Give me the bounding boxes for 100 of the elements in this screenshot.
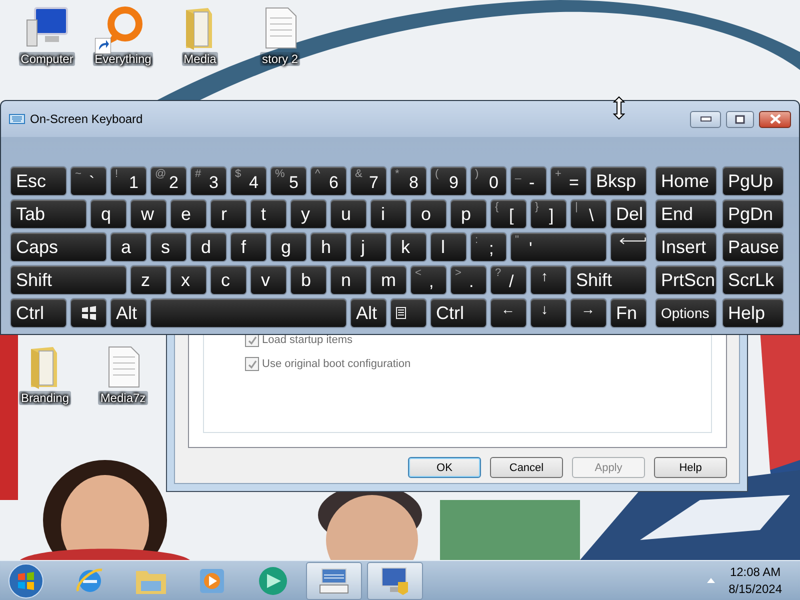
key[interactable]: w <box>130 199 167 229</box>
key[interactable]: h <box>310 232 347 262</box>
key[interactable]: Del <box>610 199 647 229</box>
taskbar-button[interactable] <box>367 562 423 600</box>
key[interactable]: Pause <box>722 232 784 262</box>
key[interactable]: d <box>190 232 227 262</box>
key[interactable]: o <box>410 199 447 229</box>
key[interactable]: * 8 <box>390 166 427 196</box>
key[interactable]: ScrLk <box>722 265 784 295</box>
key[interactable]: Shift <box>570 265 647 295</box>
key[interactable]: g <box>270 232 307 262</box>
key[interactable]: b <box>290 265 327 295</box>
key[interactable]: End <box>655 199 717 229</box>
key[interactable]: Insert <box>655 232 717 262</box>
key[interactable]: p <box>450 199 487 229</box>
key[interactable]: _ - <box>510 166 547 196</box>
key[interactable]: PrtScn <box>655 265 717 295</box>
key[interactable]: ~ ` <box>70 166 107 196</box>
menu-key[interactable] <box>390 298 427 328</box>
arrow-key[interactable]: ← <box>490 298 527 328</box>
key[interactable]: n <box>330 265 367 295</box>
key[interactable]: t <box>250 199 287 229</box>
document-icon <box>108 346 140 388</box>
key[interactable]: ! 1 <box>110 166 147 196</box>
window-title: On-Screen Keyboard <box>30 112 144 126</box>
maximize-button[interactable] <box>726 110 754 128</box>
key[interactable]: { [ <box>490 199 527 229</box>
dialog-button[interactable]: Help <box>654 457 727 478</box>
arrow-key[interactable]: ↓ <box>530 298 567 328</box>
dialog-button[interactable]: Cancel <box>490 457 563 478</box>
keyboard-icon <box>319 568 349 594</box>
key[interactable]: Ctrl <box>430 298 487 328</box>
clock-date[interactable]: 8/15/2024 <box>728 582 782 596</box>
clock-time[interactable]: 12:08 AM <box>730 565 781 579</box>
key[interactable]: ? / <box>490 265 527 295</box>
key[interactable]: Esc <box>10 166 67 196</box>
key[interactable]: i <box>370 199 407 229</box>
key[interactable]: & 7 <box>350 166 387 196</box>
start-button[interactable] <box>6 560 46 600</box>
arrow-key[interactable]: ↑ <box>530 265 567 295</box>
computer-icon <box>26 7 68 46</box>
key[interactable]: < , <box>410 265 447 295</box>
windows-key[interactable] <box>70 298 107 328</box>
key[interactable]: + = <box>550 166 587 196</box>
key[interactable]: z <box>130 265 167 295</box>
key[interactable]: Home <box>655 166 717 196</box>
keyboard-icon <box>9 114 25 124</box>
close-button[interactable] <box>759 110 791 128</box>
key[interactable]: Options <box>655 298 717 328</box>
key[interactable]: @ 2 <box>150 166 187 196</box>
key[interactable]: } ] <box>530 199 567 229</box>
key[interactable]: ^ 6 <box>310 166 347 196</box>
key[interactable]: | \ <box>570 199 607 229</box>
key[interactable]: PgUp <box>722 166 784 196</box>
key[interactable]: m <box>370 265 407 295</box>
magnifier-icon <box>105 6 142 46</box>
key[interactable]: Fn <box>610 298 647 328</box>
enter-key[interactable] <box>610 232 647 262</box>
key[interactable]: a <box>110 232 147 262</box>
key[interactable]: r <box>210 199 247 229</box>
key[interactable]: Alt <box>110 298 147 328</box>
key[interactable]: x <box>170 265 207 295</box>
windows-logo-icon <box>80 306 96 320</box>
key[interactable]: Shift <box>10 265 127 295</box>
key[interactable]: > . <box>450 265 487 295</box>
key[interactable]: ( 9 <box>430 166 467 196</box>
key[interactable]: Bksp <box>590 166 647 196</box>
key[interactable]: c <box>210 265 247 295</box>
app-icon <box>257 566 289 596</box>
checkbox-label: Use original boot configuration <box>262 358 411 370</box>
key[interactable]: j <box>350 232 387 262</box>
resize-cursor-icon <box>613 96 625 120</box>
key[interactable]: q <box>90 199 127 229</box>
key[interactable]: Help <box>722 298 784 328</box>
checkbox-label: Load startup items <box>262 334 352 346</box>
space-key[interactable] <box>150 298 347 328</box>
dialog-button[interactable]: OK <box>408 457 481 478</box>
key[interactable]: Caps <box>10 232 107 262</box>
return-arrow-icon <box>619 236 646 246</box>
key[interactable]: " ' <box>510 232 607 262</box>
key[interactable]: s <box>150 232 187 262</box>
key[interactable]: f <box>230 232 267 262</box>
key[interactable]: $ 4 <box>230 166 267 196</box>
key[interactable]: u <box>330 199 367 229</box>
key[interactable]: l <box>430 232 467 262</box>
key[interactable]: : ; <box>470 232 507 262</box>
key[interactable]: k <box>390 232 427 262</box>
key[interactable]: ) 0 <box>470 166 507 196</box>
key[interactable]: e <box>170 199 207 229</box>
arrow-key[interactable]: → <box>570 298 607 328</box>
key[interactable]: y <box>290 199 327 229</box>
minimize-button[interactable] <box>690 110 721 128</box>
taskbar-button[interactable] <box>306 562 362 600</box>
key[interactable]: % 5 <box>270 166 307 196</box>
key[interactable]: Alt <box>350 298 387 328</box>
key[interactable]: Tab <box>10 199 87 229</box>
key[interactable]: v <box>250 265 287 295</box>
key[interactable]: Ctrl <box>10 298 67 328</box>
key[interactable]: PgDn <box>722 199 784 229</box>
key[interactable]: # 3 <box>190 166 227 196</box>
